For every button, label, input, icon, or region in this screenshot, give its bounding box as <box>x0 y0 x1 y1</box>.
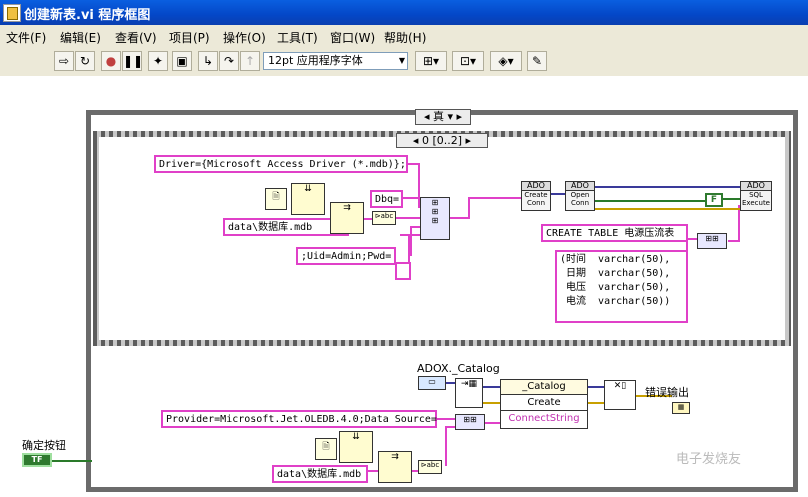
menu-help[interactable]: 帮助(H) <box>384 29 426 46</box>
vi-icon <box>3 4 21 22</box>
step-over-icon[interactable]: ↷ <box>219 51 239 71</box>
abort-icon[interactable]: ● <box>101 51 121 71</box>
ado-create-conn-node[interactable]: ADO Create Conn <box>521 181 551 211</box>
wire <box>52 460 92 462</box>
sequence-selector-value: 0 [0..2] <box>421 134 463 147</box>
build-path-icon-2[interactable]: ⇉ <box>378 451 412 483</box>
error-out-label: 错误输出 <box>645 386 689 399</box>
concatenate-provider-icon[interactable]: ⊞⊞ <box>455 414 485 430</box>
wire <box>483 386 500 388</box>
ado-create-conn-header: ADO <box>522 182 550 191</box>
ado-open-conn-header: ADO <box>566 182 594 191</box>
ado-open-conn-label: Open Conn <box>570 191 590 207</box>
retain-wire-values-icon[interactable]: ▣ <box>172 51 192 71</box>
watermark: 电子发烧友 <box>676 452 742 467</box>
dbq-string-constant[interactable]: Dbq= <box>370 190 403 208</box>
align-objects-icon[interactable]: ⊞▾ <box>415 51 447 71</box>
wire <box>722 198 740 200</box>
ado-create-conn-label: Create Conn <box>524 191 548 207</box>
uid-pwd-constant[interactable]: ;Uid=Admin;Pwd= <box>296 247 396 265</box>
case-selector-right-icon[interactable]: ▸ <box>457 110 463 123</box>
wire <box>468 197 521 199</box>
wire <box>595 200 705 202</box>
ado-sql-execute-header: ADO <box>741 182 771 191</box>
wire <box>588 386 604 388</box>
empty-string-constant[interactable] <box>395 262 411 280</box>
font-selector[interactable]: 12pt 应用程序字体 <box>263 52 408 70</box>
distribute-objects-icon[interactable]: ⊡▾ <box>452 51 484 71</box>
menu-window[interactable]: 窗口(W) <box>330 29 375 46</box>
case-selector-down-icon[interactable]: ▾ <box>447 110 453 123</box>
catalog-create-method: Create <box>501 395 587 411</box>
ado-open-conn-node[interactable]: ADO Open Conn <box>565 181 595 211</box>
menu-file[interactable]: 文件(F) <box>6 29 46 46</box>
ado-sql-execute-node[interactable]: ADO SQL Execute <box>740 181 772 211</box>
menu-view[interactable]: 查看(V) <box>115 29 157 46</box>
sequence-selector[interactable]: ◂ 0 [0..2] ▸ <box>396 133 488 148</box>
wire <box>445 426 447 466</box>
run-continuously-icon[interactable]: ↻ <box>75 51 95 71</box>
wire <box>408 234 410 264</box>
catalog-invoke-node[interactable]: _Catalog Create ConnectString <box>500 379 588 429</box>
error-out-indicator-icon[interactable]: ▦ <box>672 402 690 414</box>
wire <box>588 402 604 404</box>
sequence-left-icon[interactable]: ◂ <box>413 134 419 147</box>
wire <box>595 186 740 188</box>
automation-refnum-icon[interactable]: ▭ <box>418 376 446 390</box>
case-selector-left-icon[interactable]: ◂ <box>424 110 430 123</box>
catalog-header: _Catalog <box>501 380 587 395</box>
wire <box>595 208 740 210</box>
concatenate-sql-icon[interactable]: ⊞⊞ <box>697 233 727 249</box>
driver-string-constant[interactable]: Driver={Microsoft Access Driver (*.mdb)}… <box>154 155 408 173</box>
provider-string-constant[interactable]: Provider=Microsoft.Jet.OLEDB.4.0;Data So… <box>161 410 437 428</box>
db-path-constant-2[interactable]: data\数据库.mdb <box>272 465 368 483</box>
pause-icon[interactable]: ❚❚ <box>122 51 143 71</box>
wire <box>437 418 455 420</box>
adox-catalog-label: ADOX._Catalog <box>417 362 500 375</box>
wire <box>485 422 500 424</box>
path-to-string-icon[interactable]: ⊳abc <box>372 211 396 225</box>
close-reference-icon[interactable]: ✕▯ <box>604 380 636 410</box>
catalog-connectstring-param: ConnectString <box>508 413 580 424</box>
ado-sql-execute-label: SQL Execute <box>742 191 770 207</box>
menu-bar: 文件(F) 编辑(E) 查看(V) 项目(P) 操作(O) 工具(T) 窗口(W… <box>0 25 808 48</box>
automation-open-icon[interactable]: ⇥▦ <box>455 378 483 408</box>
strip-path-icon-2[interactable]: ⇊ <box>339 431 373 463</box>
path-to-string-icon-2[interactable]: ⊳abc <box>418 460 442 474</box>
wire <box>450 217 470 219</box>
cleanup-diagram-icon[interactable]: ✎ <box>527 51 547 71</box>
toolbar: ⇨ ↻ ● ❚❚ ✦ ▣ ↳ ↷ ↑ 12pt 应用程序字体 ⊞▾ ⊡▾ ◈▾ … <box>0 47 808 77</box>
case-selector-value: 真 <box>432 110 444 123</box>
step-out-icon[interactable]: ↑ <box>240 51 260 71</box>
reorder-icon[interactable]: ◈▾ <box>490 51 522 71</box>
concatenate-strings-icon[interactable]: ⊞ ⊞ ⊞ <box>420 197 450 240</box>
build-path-icon[interactable]: ⇉ <box>330 202 364 234</box>
window-title: 创建新表.vi 程序框图 <box>24 8 151 23</box>
step-into-icon[interactable]: ↳ <box>198 51 218 71</box>
title-bar: 创建新表.vi 程序框图 <box>0 0 808 25</box>
strip-path-icon[interactable]: ⇊ <box>291 183 325 215</box>
current-vi-path-icon-2[interactable]: 🗎 <box>315 438 337 460</box>
wire <box>468 197 470 219</box>
wire <box>402 197 420 199</box>
current-vi-path-icon[interactable]: 🗎 <box>265 188 287 210</box>
case-selector[interactable]: ◂ 真 ▾ ▸ <box>415 109 471 125</box>
wire <box>483 402 500 404</box>
create-table-constant[interactable]: CREATE TABLE 电源压流表 <box>541 224 688 242</box>
menu-edit[interactable]: 编辑(E) <box>60 29 101 46</box>
menu-project[interactable]: 项目(P) <box>169 29 210 46</box>
wire <box>395 217 422 219</box>
menu-operate[interactable]: 操作(O) <box>223 29 266 46</box>
run-arrow-icon[interactable]: ⇨ <box>54 51 74 71</box>
ok-button-label: 确定按钮 <box>22 439 66 452</box>
table-fields-constant[interactable]: (时间 varchar(50), 日期 varchar(50), 电压 varc… <box>555 250 688 323</box>
menu-tools[interactable]: 工具(T) <box>277 29 318 46</box>
sequence-right-icon[interactable]: ▸ <box>466 134 472 147</box>
ok-button-terminal[interactable]: TF <box>22 453 52 467</box>
false-constant[interactable]: F <box>705 193 723 207</box>
highlight-execution-icon[interactable]: ✦ <box>148 51 168 71</box>
wire <box>410 226 412 256</box>
wire <box>400 234 422 236</box>
